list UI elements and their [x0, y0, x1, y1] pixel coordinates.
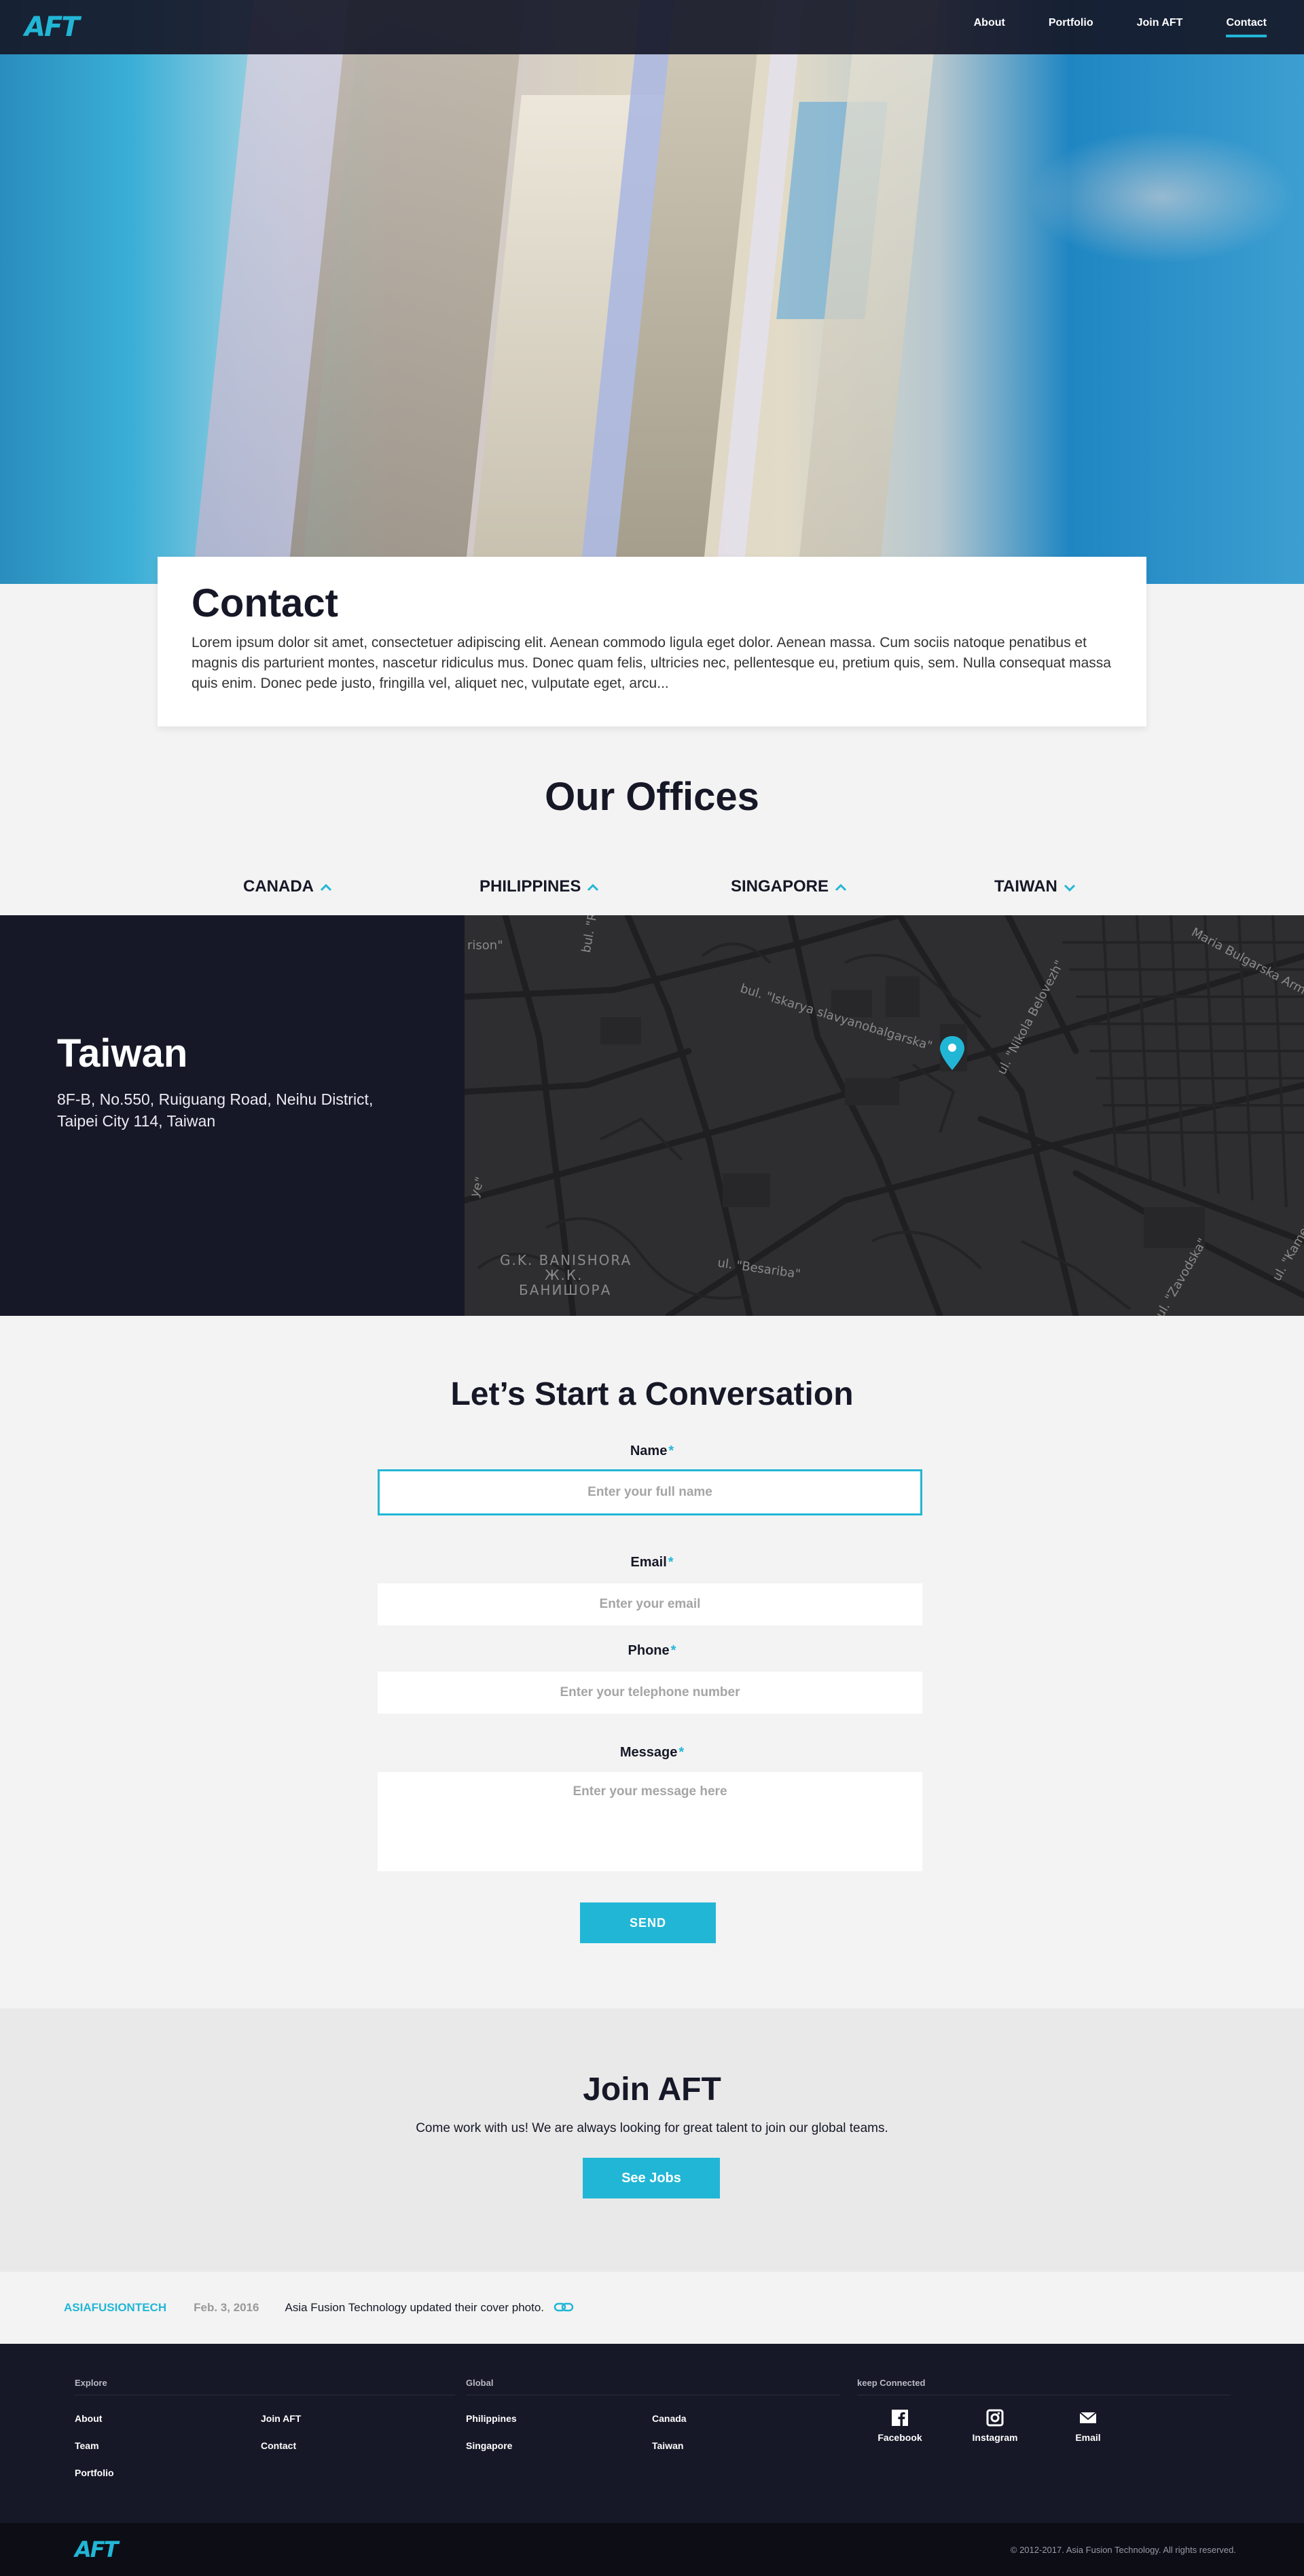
post-text: Asia Fusion Technology updated their cov… [285, 2301, 545, 2314]
office-info: Taiwan 8F-B, No.550, Ruiguang Road, Neih… [0, 915, 465, 1316]
footer-logo[interactable]: AFT [75, 2537, 118, 2562]
see-jobs-button[interactable]: See Jobs [583, 2158, 720, 2198]
phone-label: Phone * [0, 1643, 1304, 1659]
contact-intro-card: Contact Lorem ipsum dolor sit amet, cons… [158, 557, 1146, 726]
facebook-label: Facebook [877, 2432, 922, 2443]
mail-icon [1079, 2412, 1097, 2423]
main-nav: About Portfolio Join AFT Contact [974, 17, 1267, 37]
social-handle[interactable]: ASIAFUSIONTECH [64, 2301, 166, 2315]
join-text: Come work with us! We are always looking… [416, 2121, 888, 2135]
chevron-up-icon [319, 878, 333, 896]
name-label: Name * [0, 1443, 1304, 1459]
required-mark: * [678, 1745, 685, 1760]
nav-join-aft[interactable]: Join AFT [1137, 17, 1183, 37]
footer-heading-global: Global [466, 2378, 839, 2395]
tab-label: PHILIPPINES [479, 877, 581, 896]
hero-image [0, 0, 1304, 584]
tab-singapore[interactable]: SINGAPORE [731, 877, 848, 896]
footer-link-canada[interactable]: Canada [652, 2413, 687, 2424]
footer-explore: Explore [75, 2378, 455, 2408]
facebook-icon [892, 2410, 908, 2426]
email-field[interactable] [378, 1583, 922, 1625]
footer-global: Global [466, 2378, 839, 2408]
nav-about[interactable]: About [974, 17, 1005, 37]
message-label: Message * [0, 1745, 1304, 1761]
chevron-down-icon [1063, 878, 1076, 896]
footer-link-team[interactable]: Team [75, 2440, 99, 2451]
instagram-link[interactable]: Instagram [961, 2409, 1029, 2444]
phone-field[interactable] [378, 1672, 922, 1714]
map-area-label: Ж.К. [545, 1267, 583, 1283]
message-label-text: Message [619, 1745, 678, 1760]
send-button[interactable]: SEND [580, 1902, 716, 1943]
chevron-up-icon [834, 878, 848, 896]
office-tabs: CANADA PHILIPPINES SINGAPORE TAIWAN [0, 877, 1304, 904]
join-section: Join AFT Come work with us! We are alway… [0, 2008, 1304, 2272]
join-title: Join AFT [583, 2072, 721, 2108]
footer-link-portfolio[interactable]: Portfolio [75, 2467, 114, 2478]
map-street-label: rison" [467, 938, 503, 953]
phone-label-text: Phone [628, 1643, 670, 1658]
footer-link-singapore[interactable]: Singapore [466, 2440, 512, 2451]
footer-heading-connect: keep Connected [857, 2378, 1231, 2395]
name-label-text: Name [630, 1443, 668, 1458]
map-area-label: БАНИШОРА [519, 1282, 612, 1298]
footer-connect: keep Connected [857, 2378, 1231, 2408]
site-footer: Explore About Join AFT Team Contact Port… [0, 2344, 1304, 2523]
offices-title: Our Offices [545, 775, 759, 819]
required-mark: * [670, 1643, 676, 1658]
footer-link-contact[interactable]: Contact [261, 2440, 296, 2451]
post-date: Feb. 3, 2016 [194, 2301, 259, 2314]
site-header: AFT About Portfolio Join AFT Contact [0, 0, 1304, 54]
nav-portfolio[interactable]: Portfolio [1049, 17, 1093, 37]
name-field[interactable] [378, 1469, 922, 1515]
office-address-line1: 8F-B, No.550, Ruiguang Road, Neihu Distr… [57, 1090, 374, 1108]
nav-contact[interactable]: Contact [1226, 17, 1267, 37]
email-link[interactable]: Email [1054, 2409, 1122, 2444]
footer-link-about[interactable]: About [75, 2413, 102, 2424]
email-label: Email [1075, 2432, 1101, 2443]
link-icon[interactable] [554, 2299, 574, 2317]
facebook-link[interactable]: Facebook [866, 2409, 934, 2444]
chevron-up-icon [586, 878, 600, 896]
email-label-text: Email [630, 1555, 667, 1570]
footer-heading-explore: Explore [75, 2378, 455, 2395]
tab-canada[interactable]: CANADA [243, 877, 333, 896]
form-title: Let’s Start a Conversation [450, 1376, 854, 1412]
office-address-line2: Taipei City 114, Taiwan [57, 1112, 216, 1130]
social-feed: ASIAFUSIONTECH Feb. 3, 2016 Asia Fusion … [0, 2272, 1304, 2344]
aft-logo[interactable]: AFT [24, 12, 80, 43]
footer-link-taiwan[interactable]: Taiwan [652, 2440, 683, 2451]
office-panel: Taiwan 8F-B, No.550, Ruiguang Road, Neih… [0, 915, 1304, 1316]
tab-philippines[interactable]: PHILIPPINES [479, 877, 600, 896]
required-mark: * [668, 1555, 674, 1570]
footer-link-join-aft[interactable]: Join AFT [261, 2413, 301, 2424]
office-name: Taiwan [57, 1031, 188, 1075]
email-label: Email * [0, 1555, 1304, 1570]
copyright-text: © 2012-2017. Asia Fusion Technology. All… [1010, 2544, 1236, 2555]
tab-label: CANADA [243, 877, 314, 896]
tab-label: SINGAPORE [731, 877, 829, 896]
instagram-label: Instagram [972, 2432, 1018, 2443]
message-field[interactable] [378, 1772, 922, 1871]
contact-intro-text: Lorem ipsum dolor sit amet, consectetuer… [192, 635, 1111, 691]
tab-label: TAIWAN [994, 877, 1057, 896]
footer-link-philippines[interactable]: Philippines [466, 2413, 517, 2424]
footer-bottom-bar: AFT © 2012-2017. Asia Fusion Technology.… [0, 2523, 1304, 2576]
page-title: Contact [192, 581, 338, 625]
required-mark: * [668, 1443, 674, 1458]
instagram-icon [986, 2409, 1004, 2427]
map-area-label: G.K. BANISHORA [500, 1252, 632, 1268]
office-map[interactable]: rison" bul. "Ro bul. "Iskarya slavyanoba… [465, 915, 1304, 1316]
tab-taiwan[interactable]: TAIWAN [994, 877, 1076, 896]
